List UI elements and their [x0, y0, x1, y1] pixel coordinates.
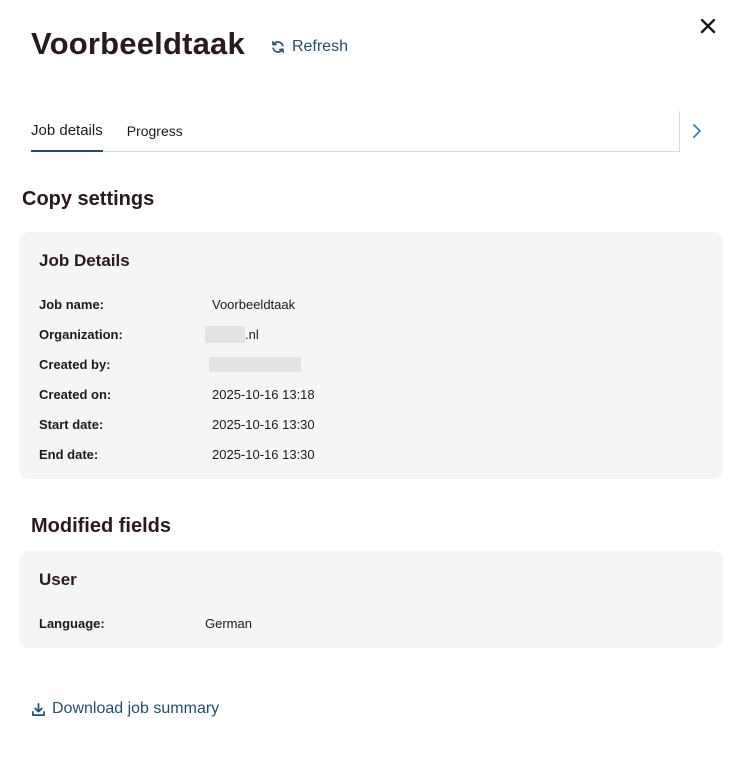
close-icon — [700, 18, 716, 34]
tab-scroll-next-button[interactable] — [688, 121, 706, 141]
detail-value: 2025-10-16 13:18 — [212, 387, 315, 402]
close-button[interactable] — [696, 14, 720, 38]
refresh-icon — [271, 41, 284, 53]
modified-fields-heading: Modified fields — [31, 515, 171, 537]
created-by-value-wrap — [209, 357, 301, 373]
detail-value: 2025-10-16 13:30 — [212, 447, 315, 462]
detail-row-language: Language: German — [39, 616, 252, 631]
job-details-card: Job Details Job name: Voorbeeldtaak Orga… — [19, 232, 723, 479]
user-card-title: User — [39, 570, 77, 589]
refresh-button[interactable]: Refresh — [271, 38, 348, 56]
detail-label: Created by: — [39, 357, 111, 372]
tab-progress[interactable]: Progress — [127, 111, 183, 152]
tab-bar: Job details Progress — [31, 111, 679, 152]
organization-value-wrap: .nl — [205, 326, 259, 344]
copy-settings-heading: Copy settings — [22, 188, 155, 210]
detail-label: End date: — [39, 447, 99, 462]
detail-label: Organization: — [39, 327, 123, 342]
redacted-block — [205, 326, 245, 344]
page-title: Voorbeeldtaak — [31, 26, 245, 61]
detail-value: 2025-10-16 13:30 — [212, 417, 315, 432]
download-label: Download job summary — [52, 700, 220, 717]
download-icon — [32, 702, 45, 716]
user-card: User Language: German — [19, 551, 723, 648]
tab-job-details[interactable]: Job details — [31, 111, 103, 152]
detail-row-start-date: Start date: 2025-10-16 13:30 — [39, 417, 315, 432]
detail-label: Language: — [39, 616, 105, 631]
detail-row-created-by: Created by: — [39, 357, 301, 373]
chevron-right-icon — [693, 124, 701, 138]
download-job-summary-link[interactable]: Download job summary — [31, 700, 219, 718]
detail-label: Job name: — [39, 297, 105, 312]
detail-row-job-name: Job name: Voorbeeldtaak — [39, 297, 295, 312]
detail-label: Start date: — [39, 417, 104, 432]
detail-value: Voorbeeldtaak — [212, 297, 296, 312]
detail-row-organization: Organization: .nl — [39, 326, 259, 344]
detail-label: Created on: — [39, 387, 112, 402]
redacted-block — [209, 357, 301, 373]
detail-row-created-on: Created on: 2025-10-16 13:18 — [39, 387, 315, 402]
header: Voorbeeldtaak Refresh — [31, 26, 348, 62]
refresh-label: Refresh — [291, 38, 348, 55]
detail-value: .nl — [245, 327, 259, 342]
tab-divider — [679, 111, 680, 152]
job-details-title: Job Details — [39, 251, 130, 270]
detail-row-end-date: End date: 2025-10-16 13:30 — [39, 447, 315, 462]
detail-value: German — [205, 616, 252, 631]
